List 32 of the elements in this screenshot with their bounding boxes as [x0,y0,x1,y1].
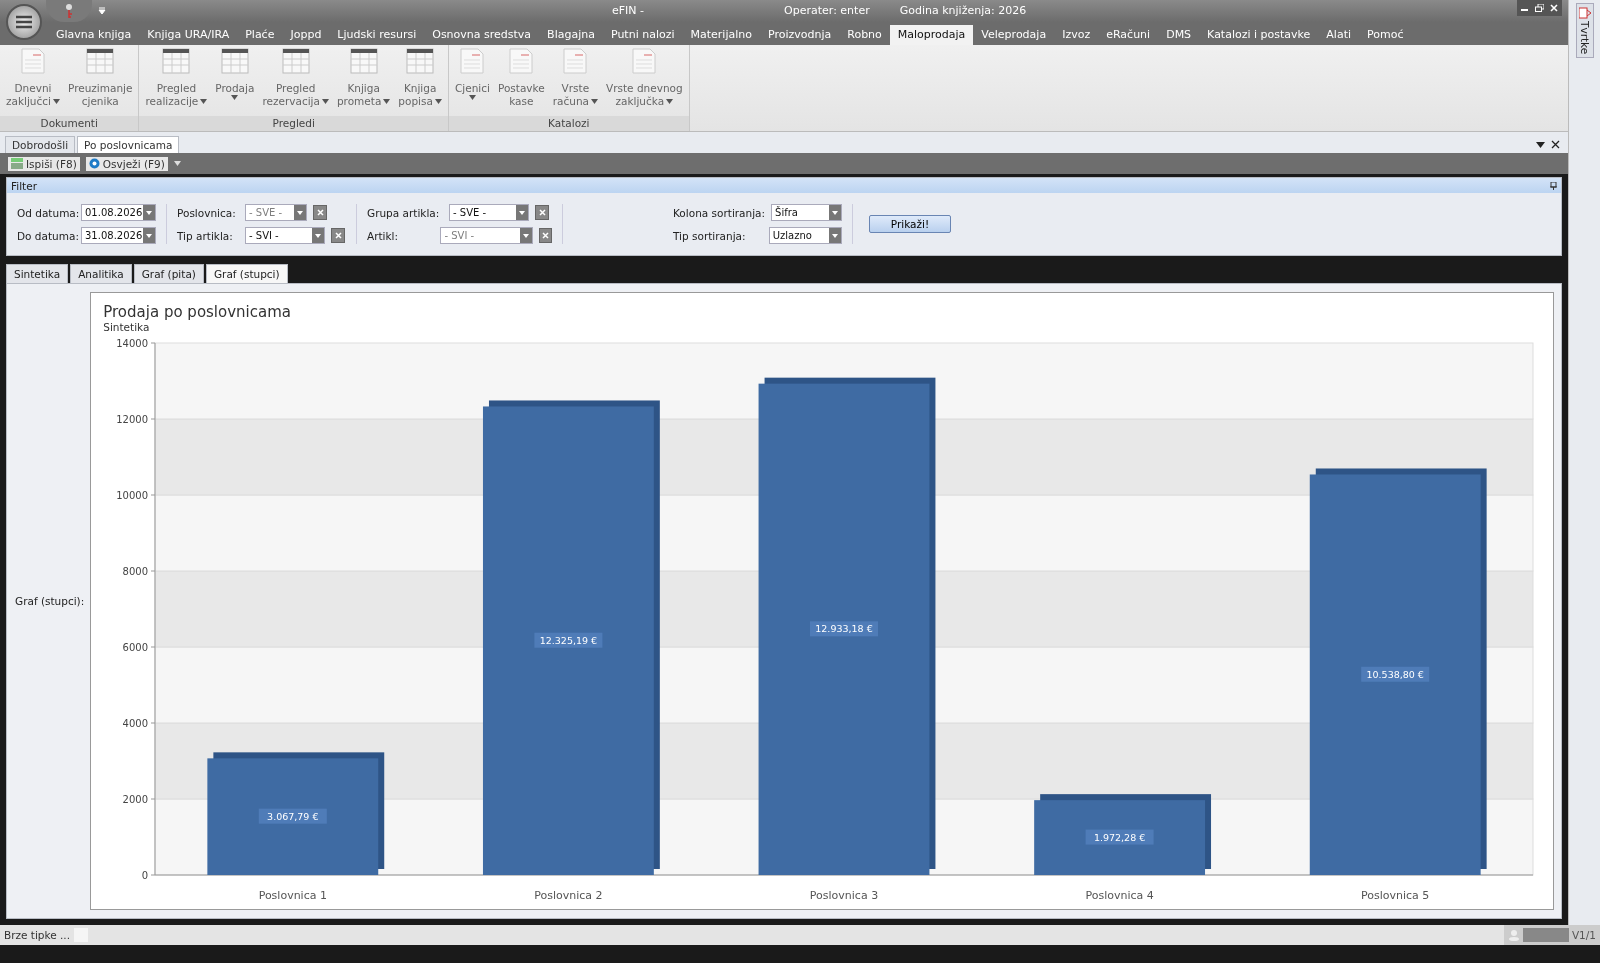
category-label: Poslovnica 1 [258,889,328,902]
axis-tick-label: 0 [141,870,149,881]
ribbon-group-title: Pregledi [139,116,448,132]
version-label: V1/1 [1571,929,1596,941]
axis-tick-label: 4000 [122,718,149,729]
field-label: Kolona sortiranja: [673,206,766,219]
category-label: Poslovnica 2 [534,889,603,902]
operator-label: Operater: enter [784,4,870,18]
window-title: eFIN - [612,4,645,18]
category-label: Poslovnica 4 [1085,889,1154,902]
axis-tick-label: 14000 [116,338,149,349]
field-label: Tip sortiranja: [673,229,747,242]
filter-title: Filter [11,179,37,192]
ribbon-group-title: Katalozi [448,116,689,132]
chart-label: Graf (stupci): [15,595,85,607]
field-label: Tip artikla: [177,229,234,242]
ribbon-group-title: Dokumenti [0,116,139,132]
category-label: Poslovnica 3 [810,889,879,902]
year-label: Godina knjiženja: 2026 [899,4,1027,18]
shortcuts-hint: Brze tipke ... [4,929,71,941]
axis-tick-label: 12000 [116,414,149,425]
axis-tick-label: 10000 [116,490,149,501]
axis-tick-label: 2000 [122,794,149,805]
category-label: Poslovnica 5 [1361,889,1430,902]
field-label: Grupa artikla: [367,206,441,219]
chart-title: Prodaja po poslovnicama [103,303,292,321]
axis-tick-label: 6000 [122,642,149,653]
field-label: Artikl: [367,229,400,242]
axis-tick-label: 8000 [122,566,149,577]
field-label: Poslovnica: [177,206,237,219]
value-label: 12.933,18 € [810,621,879,637]
chart-subtitle: Sintetika [103,321,151,333]
